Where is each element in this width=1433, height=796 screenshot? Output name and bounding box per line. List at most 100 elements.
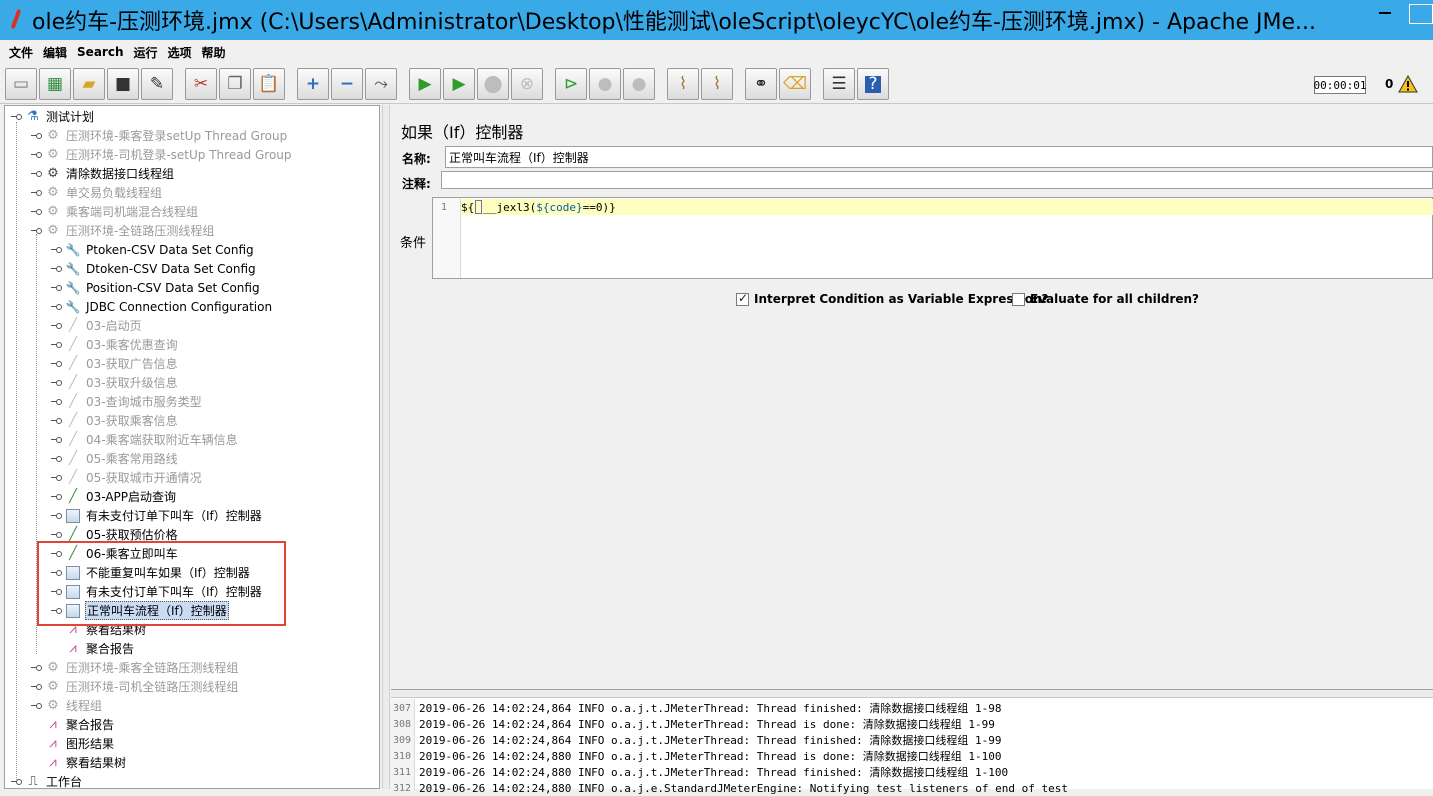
- paste-button[interactable]: 📋: [253, 68, 285, 100]
- evaluate-all-children-checkbox[interactable]: Evaluate for all children?: [1012, 292, 1199, 306]
- interpret-condition-checkbox[interactable]: Interpret Condition as Variable Expressi…: [736, 291, 1049, 306]
- condition-code-line[interactable]: ${__jexl3(${code} ==0)}: [461, 199, 1433, 215]
- menu-help[interactable]: 帮助: [197, 44, 231, 61]
- tree-item[interactable]: ⩘ 图形结果: [31, 734, 115, 753]
- copy-button[interactable]: ❐: [219, 68, 251, 100]
- tree-item[interactable]: ⚙ 压测环境-司机全链路压测线程组: [31, 677, 239, 696]
- tree-item[interactable]: 🔧 Position-CSV Data Set Config: [51, 278, 261, 297]
- tree-expand-handle[interactable]: [51, 435, 62, 445]
- search-button[interactable]: ⚭: [745, 68, 777, 100]
- menu-search[interactable]: Search: [72, 45, 128, 59]
- tree-item[interactable]: ⚙ 线程组: [31, 696, 103, 715]
- tree-item[interactable]: 🔧 JDBC Connection Configuration: [51, 297, 273, 316]
- log-viewer[interactable]: 307 2019-06-26 14:02:24,864 INFO o.a.j.t.…: [391, 689, 1433, 795]
- function-helper-button[interactable]: ☰: [823, 68, 855, 100]
- tree-item[interactable]: ╱ 03-APP启动查询: [51, 487, 177, 506]
- comment-input[interactable]: [441, 171, 1433, 189]
- tree-item[interactable]: ⚙ 乘客端司机端混合线程组: [31, 202, 199, 221]
- start-button[interactable]: ▶: [409, 68, 441, 100]
- cut-button[interactable]: ✂: [185, 68, 217, 100]
- tree-expand-handle[interactable]: [31, 663, 42, 673]
- tree-item[interactable]: ⎍ 工作台: [11, 772, 83, 788]
- menu-options[interactable]: 选项: [163, 44, 197, 61]
- expand-all-button[interactable]: +: [297, 68, 329, 100]
- remote-start-button[interactable]: ⊳: [555, 68, 587, 100]
- help-button[interactable]: ?: [857, 68, 889, 100]
- reset-search-button[interactable]: ⌫: [779, 68, 811, 100]
- tree-expand-handle[interactable]: [51, 378, 62, 388]
- condition-editor[interactable]: 1 ${__jexl3(${code} ==0)}: [432, 197, 1433, 279]
- window-controls[interactable]: [1365, 0, 1433, 40]
- save-as-button[interactable]: ✎: [141, 68, 173, 100]
- clear-all-button[interactable]: ⌇: [701, 68, 733, 100]
- tree-expand-handle[interactable]: [51, 416, 62, 426]
- tree-item[interactable]: ⩘ 聚合报告: [31, 715, 115, 734]
- checkbox-unchecked[interactable]: [1012, 292, 1025, 306]
- tree-item[interactable]: ⚗ 测试计划: [11, 107, 95, 126]
- collapse-all-button[interactable]: −: [331, 68, 363, 100]
- templates-button[interactable]: ▦: [39, 68, 71, 100]
- tree-item[interactable]: ╱ 05-获取城市开通情况: [51, 468, 203, 487]
- tree-expand-handle[interactable]: [51, 283, 62, 293]
- tree-item[interactable]: 有未支付订单下叫车（If）控制器: [51, 506, 263, 525]
- tree-item[interactable]: ⩘ 察看结果树: [31, 753, 127, 772]
- tree-item[interactable]: ⚙ 压测环境-全链路压测线程组: [31, 221, 215, 240]
- tree-item[interactable]: ⚙ 单交易负载线程组: [31, 183, 163, 202]
- tree-expand-handle[interactable]: [31, 188, 42, 198]
- menu-edit[interactable]: 编辑: [38, 44, 72, 61]
- tree-item[interactable]: ╱ 03-乘客优惠查询: [51, 335, 179, 354]
- tree-item[interactable]: ╱ 03-启动页: [51, 316, 143, 335]
- tree-expand-handle[interactable]: [31, 701, 42, 711]
- test-plan-tree[interactable]: ⚗ 测试计划 ⚙ 压测环境-乘客登录setUp Thread Group ⚙ 压测环境-司…: [4, 105, 380, 789]
- name-input[interactable]: 正常叫车流程（If）控制器: [445, 146, 1433, 168]
- menu-run[interactable]: 运行: [128, 44, 162, 61]
- tree-expand-handle[interactable]: [31, 169, 42, 179]
- tree-expand-handle[interactable]: [51, 302, 62, 312]
- save-button[interactable]: ■: [107, 68, 139, 100]
- tree-expand-handle[interactable]: [31, 226, 42, 236]
- stop-button[interactable]: ⬤: [477, 68, 509, 100]
- log-divider[interactable]: [391, 690, 1433, 698]
- tree-expand-handle[interactable]: [31, 150, 42, 160]
- tree-expand-handle[interactable]: [31, 682, 42, 692]
- tree-expand-handle[interactable]: [11, 112, 22, 122]
- tree-item[interactable]: ⩘ 聚合报告: [51, 639, 135, 658]
- tree-item[interactable]: ╱ 03-获取广告信息: [51, 354, 179, 373]
- tree-item[interactable]: ⚙ 清除数据接口线程组: [31, 164, 175, 183]
- tree-expand-handle[interactable]: [51, 340, 62, 350]
- warning-icon[interactable]: [1398, 75, 1418, 93]
- maximize-icon[interactable]: [1409, 4, 1433, 24]
- tree-expand-handle[interactable]: [51, 454, 62, 464]
- tree-expand-handle[interactable]: [31, 131, 42, 141]
- tree-expand-handle[interactable]: [31, 207, 42, 217]
- tree-item[interactable]: ╱ 03-查询城市服务类型: [51, 392, 203, 411]
- tree-expand-handle[interactable]: [51, 359, 62, 369]
- tree-item[interactable]: ╱ 05-乘客常用路线: [51, 449, 179, 468]
- new-button[interactable]: ▭: [5, 68, 37, 100]
- checkbox-checked[interactable]: [736, 291, 749, 306]
- tree-item[interactable]: ⚙ 压测环境-乘客全链路压测线程组: [31, 658, 239, 677]
- tree-item[interactable]: ╱ 04-乘客端获取附近车辆信息: [51, 430, 239, 449]
- tree-item[interactable]: ╱ 03-获取升级信息: [51, 373, 179, 392]
- tree-item[interactable]: 🔧 Dtoken-CSV Data Set Config: [51, 259, 257, 278]
- minimize-icon[interactable]: [1379, 12, 1391, 14]
- tree-expand-handle[interactable]: [51, 492, 62, 502]
- tree-expand-handle[interactable]: [51, 530, 62, 540]
- clear-button[interactable]: ⌇: [667, 68, 699, 100]
- toggle-button[interactable]: ⤳: [365, 68, 397, 100]
- tree-expand-handle[interactable]: [51, 511, 62, 521]
- menu-file[interactable]: 文件: [4, 44, 38, 61]
- tree-expand-handle[interactable]: [11, 777, 22, 787]
- tree-item[interactable]: 🔧 Ptoken-CSV Data Set Config: [51, 240, 255, 259]
- tree-expand-handle[interactable]: [51, 397, 62, 407]
- start-no-pauses-button[interactable]: ▶: [443, 68, 475, 100]
- tree-item[interactable]: ⚙ 压测环境-司机登录-setUp Thread Group: [31, 145, 293, 164]
- remote-stop-button[interactable]: ●: [589, 68, 621, 100]
- shutdown-button[interactable]: ⊗: [511, 68, 543, 100]
- tree-item[interactable]: ╱ 03-获取乘客信息: [51, 411, 179, 430]
- tree-expand-handle[interactable]: [51, 245, 62, 255]
- remote-shutdown-button[interactable]: ●: [623, 68, 655, 100]
- panel-splitter[interactable]: [382, 105, 390, 789]
- open-button[interactable]: ▰: [73, 68, 105, 100]
- tree-expand-handle[interactable]: [51, 321, 62, 331]
